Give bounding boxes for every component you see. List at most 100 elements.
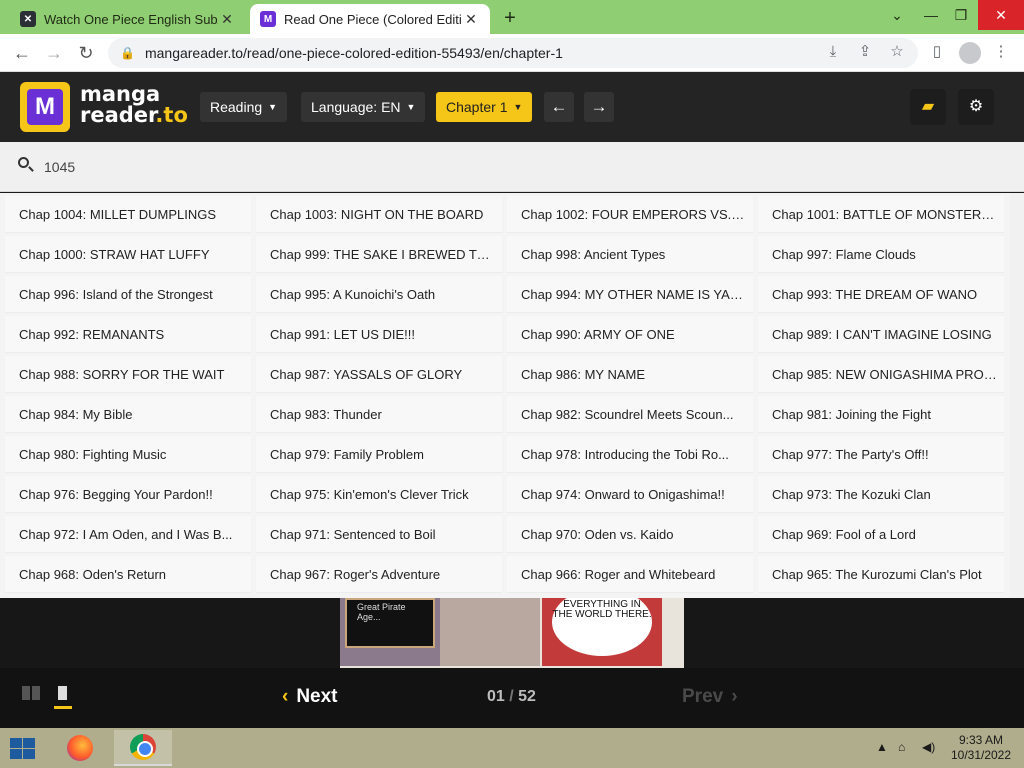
chapter-list-item[interactable]: Chap 982: Scoundrel Meets Scoun... xyxy=(507,396,753,433)
chapter-list-item[interactable]: Chap 986: MY NAME xyxy=(507,356,753,393)
chevron-down-icon: ▼ xyxy=(406,102,416,112)
site-favicon-icon: ✕ xyxy=(20,11,36,27)
chapter-dropdown[interactable]: Chapter 1 ▼ xyxy=(436,92,533,122)
page-counter: 01 / 52 xyxy=(487,688,536,706)
chapter-list-item[interactable]: Chap 981: Joining the Fight xyxy=(758,396,1004,433)
speech-bubble: EVERYTHING IN THE WORLD THERE. xyxy=(552,598,652,656)
chapter-list-item[interactable]: Chap 970: Oden vs. Kaido xyxy=(507,516,753,553)
search-icon xyxy=(18,157,36,175)
back-arrow-icon[interactable]: ← xyxy=(10,41,34,65)
chapter-list-item[interactable]: Chap 1000: STRAW HAT LUFFY xyxy=(5,236,251,273)
chapter-list-item[interactable]: Chap 971: Sentenced to Boil xyxy=(256,516,502,553)
double-page-mode-icon[interactable] xyxy=(22,686,40,700)
mangareader-favicon-icon: M xyxy=(260,11,276,27)
reload-icon[interactable]: ↻ xyxy=(74,41,98,65)
chapter-list-item[interactable]: Chap 988: SORRY FOR THE WAIT xyxy=(5,356,251,393)
tab-search-chevron-icon[interactable]: ⌄ xyxy=(880,0,914,30)
next-page-button[interactable]: ‹ Next xyxy=(282,686,338,708)
chapter-list-item[interactable]: Chap 967: Roger's Adventure xyxy=(256,556,502,593)
chevron-down-icon: ▼ xyxy=(513,102,523,112)
chevron-down-icon: ▼ xyxy=(268,102,278,112)
chapter-list-item[interactable]: Chap 973: The Kozuki Clan xyxy=(758,476,1004,513)
chapter-list-item[interactable]: Chap 991: LET US DIE!!! xyxy=(256,316,502,353)
address-bar[interactable]: 🔒 mangareader.to/read/one-piece-colored-… xyxy=(108,38,918,68)
chapter-list-item[interactable]: Chap 969: Fool of a Lord xyxy=(758,516,1004,553)
reading-dropdown[interactable]: Reading ▼ xyxy=(200,92,288,122)
chapter-list-item[interactable]: Chap 985: NEW ONIGASHIMA PROJ... xyxy=(758,356,1004,393)
chapter-list-item[interactable]: Chap 999: THE SAKE I BREWED TO D... xyxy=(256,236,502,273)
manga-page-image[interactable]: Great Pirate Age... EVERYTHING IN THE WO… xyxy=(340,598,684,668)
chapter-list-item[interactable]: Chap 1004: MILLET DUMPLINGS xyxy=(5,196,251,233)
previous-chapter-arrow-icon[interactable]: ← xyxy=(544,92,574,122)
chapter-list-item[interactable]: Chap 995: A Kunoichi's Oath xyxy=(256,276,502,313)
minimize-icon[interactable]: — xyxy=(914,0,948,30)
comments-icon[interactable]: ▰ xyxy=(910,89,946,125)
windows-start-icon[interactable] xyxy=(10,738,36,760)
chapter-grid: Chap 1004: MILLET DUMPLINGS Chap 1003: NI… xyxy=(5,196,1007,593)
chapter-list-item[interactable]: Chap 972: I Am Oden, and I Was B... xyxy=(5,516,251,553)
chapter-list-item[interactable]: Chap 968: Oden's Return xyxy=(5,556,251,593)
chapter-list-item[interactable]: Chap 996: Island of the Strongest xyxy=(5,276,251,313)
character-art xyxy=(440,598,540,666)
chapter-list-item[interactable]: Chap 1003: NIGHT ON THE BOARD xyxy=(256,196,502,233)
site-logo-text[interactable]: manga reader.to xyxy=(80,84,188,126)
chapter-list-item[interactable]: Chap 975: Kin'emon's Clever Trick xyxy=(256,476,502,513)
taskbar-chrome[interactable] xyxy=(114,730,172,766)
chapter-list-item[interactable]: Chap 1002: FOUR EMPERORS VS. NE... xyxy=(507,196,753,233)
chapter-list-item[interactable]: Chap 984: My Bible xyxy=(5,396,251,433)
restore-icon[interactable]: ❐ xyxy=(944,0,978,30)
browser-tab-strip: ✕ Watch One Piece English Sub/Du ✕ M Rea… xyxy=(0,0,1024,34)
chapter-list-item[interactable]: Chap 992: REMANANTS xyxy=(5,316,251,353)
new-tab-button[interactable]: + xyxy=(498,6,522,30)
forward-arrow-icon[interactable]: → xyxy=(42,41,66,65)
chapter-list-item[interactable]: Chap 990: ARMY OF ONE xyxy=(507,316,753,353)
chapter-list-item[interactable]: Chap 997: Flame Clouds xyxy=(758,236,1004,273)
side-panel-icon[interactable]: ▯ xyxy=(926,41,948,63)
chapter-list-item[interactable]: Chap 983: Thunder xyxy=(256,396,502,433)
profile-avatar[interactable] xyxy=(959,42,981,64)
chapter-list-item[interactable]: Chap 987: YASSALS OF GLORY xyxy=(256,356,502,393)
chapter-list-item[interactable]: Chap 966: Roger and Whitebeard xyxy=(507,556,753,593)
chapter-list-item[interactable]: Chap 980: Fighting Music xyxy=(5,436,251,473)
chapter-list-item[interactable]: Chap 979: Family Problem xyxy=(256,436,502,473)
chapter-list-item[interactable]: Chap 978: Introducing the Tobi Ro... xyxy=(507,436,753,473)
chapter-list-item[interactable]: Chap 993: THE DREAM OF WANO xyxy=(758,276,1004,313)
page-separator: / xyxy=(504,688,519,705)
chapter-list-item[interactable]: Chap 989: I CAN'T IMAGINE LOSING xyxy=(758,316,1004,353)
browser-tab-active[interactable]: M Read One Piece (Colored Edition ✕ xyxy=(250,4,490,34)
next-chapter-arrow-icon[interactable]: → xyxy=(584,92,614,122)
chapter-list-item[interactable]: Chap 974: Onward to Onigashima!! xyxy=(507,476,753,513)
tab-close-icon[interactable]: ✕ xyxy=(218,11,236,28)
logo-letter: M xyxy=(27,89,63,125)
bubble-text: EVERYTHING IN THE WORLD THERE. xyxy=(552,599,652,620)
chapter-list-item[interactable]: Chap 994: MY OTHER NAME IS YAM... xyxy=(507,276,753,313)
download-icon[interactable]: ⤓ xyxy=(822,41,844,63)
scrollbar[interactable] xyxy=(1010,193,1024,598)
prev-page-button[interactable]: Prev › xyxy=(682,686,738,708)
browser-menu-icon[interactable]: ⋮ xyxy=(990,41,1012,63)
window-close-icon[interactable]: ✕ xyxy=(978,0,1024,30)
tab-close-icon[interactable]: ✕ xyxy=(462,11,480,28)
taskbar-firefox[interactable] xyxy=(60,730,100,766)
site-logo-icon[interactable]: M xyxy=(20,82,70,132)
caption-text: Great Pirate Age... xyxy=(357,602,406,622)
share-icon[interactable]: ⇪ xyxy=(854,41,876,63)
system-clock[interactable]: 9:33 AM 10/31/2022 xyxy=(946,733,1016,763)
chapter-search-input[interactable] xyxy=(44,156,544,178)
show-hidden-icons-icon[interactable]: ▲ xyxy=(876,740,888,754)
language-dropdown[interactable]: Language: EN ▼ xyxy=(301,92,426,122)
browser-tab[interactable]: ✕ Watch One Piece English Sub/Du ✕ xyxy=(10,4,246,34)
single-page-mode-icon[interactable] xyxy=(58,686,76,700)
volume-icon[interactable]: ◀) xyxy=(922,740,935,754)
settings-gear-icon[interactable]: ⚙ xyxy=(958,89,994,125)
chapter-list-item[interactable]: Chap 998: Ancient Types xyxy=(507,236,753,273)
chapter-list-item[interactable]: Chap 1001: BATTLE OF MONSTERS O... xyxy=(758,196,1004,233)
bookmark-star-icon[interactable]: ☆ xyxy=(886,41,908,63)
logo-tld: .to xyxy=(155,103,188,127)
manga-panel: Great Pirate Age... xyxy=(340,598,540,666)
chapter-list-item[interactable]: Chap 977: The Party's Off!! xyxy=(758,436,1004,473)
site-header: M manga reader.to Reading ▼ Language: EN ▼… xyxy=(0,72,1024,142)
network-icon[interactable]: ⌂ xyxy=(898,740,905,754)
chapter-list-item[interactable]: Chap 965: The Kurozumi Clan's Plot xyxy=(758,556,1004,593)
chapter-list-item[interactable]: Chap 976: Begging Your Pardon!! xyxy=(5,476,251,513)
